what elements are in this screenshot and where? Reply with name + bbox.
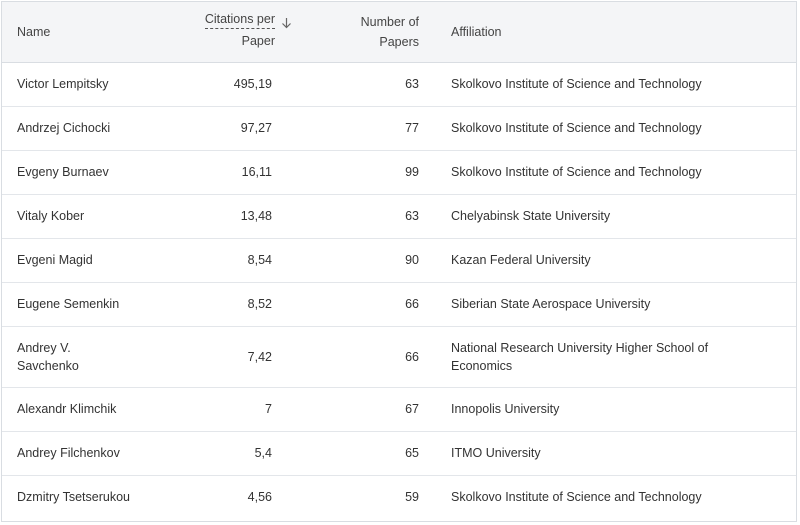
column-header-name[interactable]: Name — [2, 2, 162, 63]
table-row: Victor Lempitsky 495,19 63 Skolkovo Inst… — [2, 62, 796, 106]
cell-name: Andrzej Cichocki — [17, 121, 111, 135]
table-row: Vitaly Kober 13,48 63 Chelyabinsk State … — [2, 194, 796, 238]
table-header-row: Name Citations per Paper Number of Paper… — [2, 2, 796, 63]
authors-table: Name Citations per Paper Number of Paper… — [2, 2, 796, 519]
table-row: Alexandr Klimchik 7 67 Innopolis Univers… — [2, 387, 796, 431]
cell-name: Evgeny Burnaev — [17, 165, 109, 179]
table-row: Eugene Semenkin 8,52 66 Siberian State A… — [2, 282, 796, 326]
cell-name: Alexandr Klimchik — [17, 402, 117, 416]
column-header-citations[interactable]: Citations per Paper — [162, 2, 292, 63]
cell-papers: 63 — [405, 209, 419, 223]
cell-affiliation: National Research University Higher Scho… — [451, 340, 709, 373]
cell-citations: 7 — [265, 402, 272, 416]
column-header-affiliation-label: Affiliation — [451, 24, 502, 39]
cell-citations: 97,27 — [240, 121, 272, 135]
table-row: Dzmitry Tsetserukou 4,56 59 Skolkovo Ins… — [2, 475, 796, 519]
cell-affiliation: ITMO University — [451, 446, 541, 460]
cell-citations: 13,48 — [240, 209, 272, 223]
column-header-papers-label-2: Papers — [379, 34, 419, 49]
cell-citations: 495,19 — [233, 77, 272, 91]
cell-papers: 99 — [405, 165, 419, 179]
cell-papers: 77 — [405, 121, 419, 135]
cell-name: Andrey V. Savchenko — [17, 340, 79, 373]
cell-name: Victor Lempitsky — [17, 77, 109, 91]
cell-papers: 67 — [405, 402, 419, 416]
cell-citations: 8,54 — [247, 253, 272, 267]
cell-citations: 16,11 — [241, 165, 272, 179]
authors-table-container: Name Citations per Paper Number of Paper… — [1, 1, 797, 522]
cell-papers: 66 — [405, 349, 419, 364]
cell-papers: 65 — [405, 446, 419, 460]
cell-citations: 8,52 — [247, 297, 272, 311]
cell-name: Andrey Filchenkov — [17, 446, 120, 460]
cell-citations: 4,56 — [247, 490, 272, 505]
cell-papers: 59 — [405, 490, 419, 505]
cell-affiliation: Siberian State Aerospace University — [451, 297, 651, 311]
cell-affiliation: Skolkovo Institute of Science and Techno… — [451, 77, 702, 91]
column-header-citations-label-1: Citations per — [204, 11, 275, 29]
cell-affiliation: Skolkovo Institute of Science and Techno… — [451, 165, 702, 179]
table-row: Andrey V. Savchenko 7,42 66 National Res… — [2, 326, 796, 387]
cell-affiliation: Skolkovo Institute of Science and Techno… — [451, 121, 702, 135]
cell-affiliation: Kazan Federal University — [451, 253, 591, 267]
cell-papers: 63 — [405, 77, 419, 91]
cell-name: Evgeni Magid — [17, 253, 93, 267]
table-row: Andrey Filchenkov 5,4 65 ITMO University — [2, 431, 796, 475]
cell-affiliation: Innopolis University — [451, 402, 560, 416]
cell-citations: 7,42 — [247, 349, 272, 364]
table-row: Andrzej Cichocki 97,27 77 Skolkovo Insti… — [2, 106, 796, 150]
table-row: Evgeni Magid 8,54 90 Kazan Federal Unive… — [2, 238, 796, 282]
cell-affiliation: Skolkovo Institute of Science and Techno… — [451, 490, 702, 505]
cell-name: Dzmitry Tsetserukou — [17, 490, 130, 505]
cell-citations: 5,4 — [254, 446, 272, 460]
cell-papers: 66 — [405, 297, 419, 311]
column-header-name-label: Name — [17, 24, 51, 39]
cell-affiliation: Chelyabinsk State University — [451, 209, 611, 223]
column-header-affiliation[interactable]: Affiliation — [432, 2, 796, 63]
arrow-down-icon[interactable] — [278, 17, 292, 32]
column-header-papers-label-1: Number of — [360, 14, 419, 29]
cell-name: Eugene Semenkin — [17, 297, 120, 311]
table-row: Evgeny Burnaev 16,11 99 Skolkovo Institu… — [2, 150, 796, 194]
column-header-papers[interactable]: Number of Papers — [292, 2, 432, 63]
cell-papers: 90 — [405, 253, 419, 267]
cell-name: Vitaly Kober — [17, 209, 85, 223]
column-header-citations-label-2: Paper — [241, 33, 275, 48]
